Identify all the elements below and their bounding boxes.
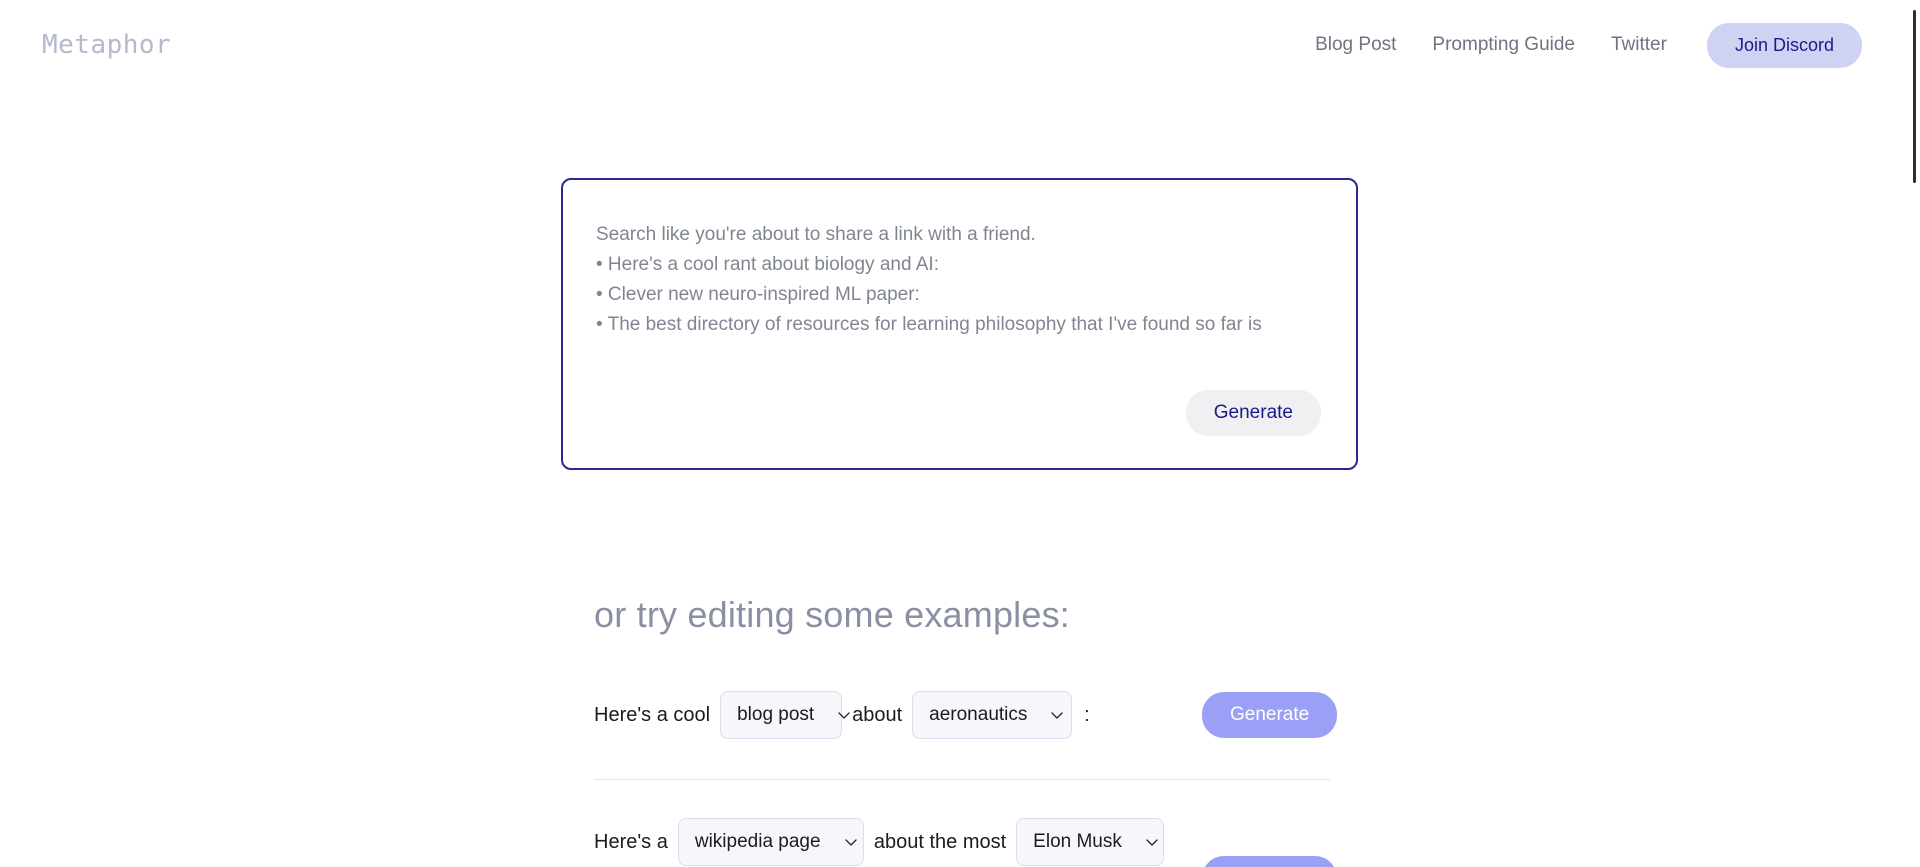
example-1-topic-dropdown[interactable]: aeronautics	[912, 691, 1073, 739]
dropdown-selected-value: blog post	[737, 704, 815, 725]
page-scrollbar[interactable]	[1906, 0, 1920, 867]
examples-divider	[594, 779, 1330, 780]
dropdown-selected-value: wikipedia page	[694, 831, 821, 852]
examples-heading: or try editing some examples:	[594, 594, 1070, 635]
chevron-down-icon	[836, 707, 852, 723]
example-suffix-text: :	[1084, 703, 1090, 726]
chevron-down-icon	[1049, 707, 1065, 723]
search-generate-button[interactable]: Generate	[1185, 390, 1321, 436]
example-middle-text: about	[852, 703, 903, 726]
search-input-placeholder[interactable]: Search like you're about to share a link…	[596, 220, 1326, 340]
example-2-content-type-dropdown[interactable]: wikipedia page	[677, 818, 864, 866]
search-panel[interactable]: Search like you're about to share a link…	[561, 178, 1358, 470]
example-middle-text: about the most	[873, 830, 1007, 853]
dropdown-selected-value: aeronautics	[929, 704, 1028, 725]
scrollbar-thumb[interactable]	[1913, 10, 1916, 183]
example-2-generate-button[interactable]: Generate	[1202, 856, 1338, 867]
join-discord-button[interactable]: Join Discord	[1706, 22, 1862, 68]
example-prefix-text: Here's a	[594, 830, 668, 853]
dropdown-selected-value: Elon Musk	[1033, 831, 1122, 852]
example-1-content-type-dropdown[interactable]: blog post	[720, 691, 850, 739]
chevron-down-icon	[843, 834, 859, 850]
main-navigation: Blog Post Prompting Guide Twitter Join D…	[1297, 22, 1862, 68]
page-header: Metaphor Blog Post Prompting Guide Twitt…	[0, 0, 1910, 90]
brand-logo: Metaphor	[42, 30, 172, 60]
example-2-subject-dropdown[interactable]: Elon Musk	[1016, 818, 1165, 866]
nav-link-twitter[interactable]: Twitter	[1593, 28, 1685, 62]
chevron-down-icon	[1144, 834, 1160, 850]
example-1-generate-button[interactable]: Generate	[1202, 692, 1338, 738]
example-prefix-text: Here's a cool	[594, 703, 711, 726]
nav-link-prompting-guide[interactable]: Prompting Guide	[1414, 28, 1593, 62]
nav-link-blog-post[interactable]: Blog Post	[1297, 28, 1414, 62]
